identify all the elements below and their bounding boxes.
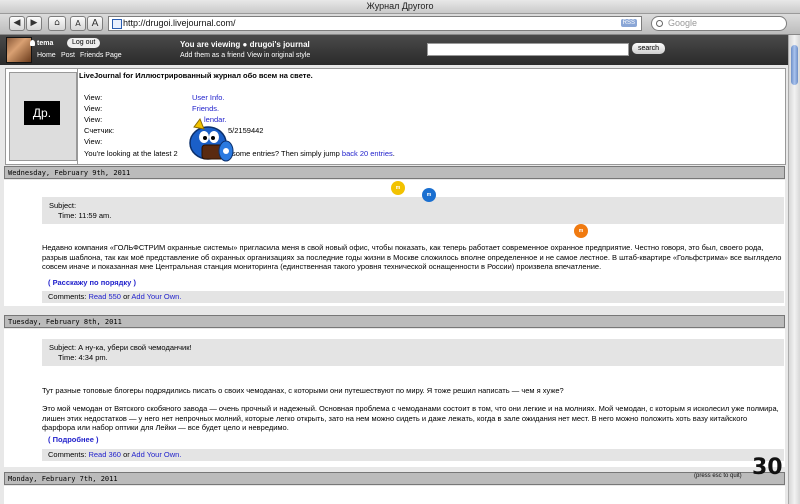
yellow-candy-icon[interactable]: m: [391, 181, 405, 195]
info-label: View:: [84, 104, 103, 113]
game-counter: 30: [752, 455, 783, 480]
viewing-text: You are viewing: [180, 40, 243, 49]
lj-search-input[interactable]: [427, 43, 629, 56]
address-bar[interactable]: http://drugoi.livejournal.com/ RSS: [108, 16, 642, 31]
info-footer: You're looking at the latest 2 d some ent…: [84, 149, 395, 158]
comments-label: Comments:: [48, 450, 87, 459]
date-header: Wednesday, February 9th, 2011: [4, 166, 785, 179]
logout-button[interactable]: Log out: [67, 38, 101, 48]
username[interactable]: tema: [37, 40, 53, 47]
nav-post[interactable]: Post: [61, 52, 75, 59]
orange-candy-icon[interactable]: m: [574, 224, 588, 238]
or-text: or: [123, 292, 130, 301]
entry-subject: Subject: А ну-ка, убери свой чемоданчик!: [49, 343, 192, 352]
entry-header: Subject: А ну-ка, убери свой чемоданчик!…: [42, 339, 784, 366]
back-entries-link[interactable]: back 20 entries: [342, 149, 393, 158]
comments-label: Comments:: [48, 292, 87, 301]
search-icon: [656, 20, 663, 27]
mascot-character[interactable]: [178, 109, 238, 169]
original-style-link[interactable]: View in original style: [247, 52, 310, 59]
entry-header: Subject: Time: 11:59 am.: [42, 197, 784, 224]
journal-entry: Subject: А ну-ка, убери свой чемоданчик!…: [4, 329, 785, 467]
date-header: Tuesday, February 8th, 2011: [4, 315, 785, 328]
entry-subject: Subject:: [49, 201, 77, 210]
user-icon: ●: [242, 40, 250, 49]
url-text: http://drugoi.livejournal.com/: [123, 18, 236, 28]
browser-toolbar: ◀ ▶ ⌂ A A http://drugoi.livejournal.com/…: [0, 14, 800, 35]
footer-text: You're looking at the latest 2: [84, 149, 178, 158]
journal-name[interactable]: drugoi's journal: [250, 40, 310, 49]
nav-home[interactable]: Home: [37, 52, 56, 59]
read-comments-link[interactable]: Read 360: [88, 450, 121, 459]
divider: [77, 69, 78, 164]
avatar[interactable]: [6, 37, 32, 63]
escape-hint: (press esc to quit): [694, 473, 742, 479]
journal-content: Др. LiveJournal for Иллюстрированный жур…: [0, 65, 788, 504]
blue-candy-icon[interactable]: m: [422, 188, 436, 202]
user-info-link[interactable]: User Info.: [192, 93, 225, 102]
userpic-text: Др.: [24, 101, 60, 125]
lj-search-button[interactable]: search: [632, 43, 666, 54]
vertical-scrollbar[interactable]: [788, 35, 800, 504]
userpic: Др.: [9, 72, 77, 161]
read-more-link[interactable]: ( Расскажу по порядку ): [48, 278, 136, 287]
journal-info-box: Др. LiveJournal for Иллюстрированный жур…: [5, 68, 786, 165]
comments-bar: Comments: Read 550 or Add Your Own.: [42, 291, 784, 303]
journal-entry: Subject: Time: 11:59 am. Недавно компани…: [4, 180, 785, 306]
google-search-input[interactable]: Google: [651, 16, 787, 31]
read-more-link[interactable]: ( Подробнее ): [48, 435, 99, 444]
comments-bar: Comments: Read 360 or Add Your Own.: [42, 449, 784, 461]
counter-label: Счетчик:: [84, 126, 115, 135]
user-icon: [30, 40, 35, 46]
read-comments-link[interactable]: Read 550: [88, 292, 121, 301]
add-comment-link[interactable]: Add Your Own.: [131, 450, 181, 459]
info-label: View:: [84, 137, 103, 146]
add-comment-link[interactable]: Add Your Own.: [131, 292, 181, 301]
entry-time: Time: 11:59 am.: [58, 211, 112, 220]
text-larger-button[interactable]: A: [87, 16, 103, 31]
favicon-icon: [112, 19, 122, 29]
footer-text: .: [392, 149, 395, 158]
entry-text: Недавно компания «ГОЛЬФСТРИМ охранные си…: [42, 243, 782, 271]
nav-friends-page[interactable]: Friends Page: [80, 52, 122, 59]
text-smaller-button[interactable]: A: [70, 16, 86, 31]
window-title: Журнал Другого: [0, 0, 800, 14]
rss-button[interactable]: RSS: [620, 19, 637, 27]
read-more-label[interactable]: Расскажу по порядку: [53, 278, 132, 287]
date-header: Monday, February 7th, 2011: [4, 472, 785, 485]
livejournal-header: tema Log out Home Post Friends Page You …: [0, 35, 788, 65]
forward-button[interactable]: ▶: [26, 16, 42, 31]
google-search-placeholder: Google: [668, 18, 698, 28]
mascot-icon: [189, 117, 234, 162]
footer-text: d some entries? Then simply jump: [225, 149, 342, 158]
info-label: View:: [84, 115, 103, 124]
scrollbar-thumb[interactable]: [791, 45, 798, 85]
back-button[interactable]: ◀: [9, 16, 25, 31]
info-label: View:: [84, 93, 103, 102]
entry-text: Тут разные топовые блогеры подрядились п…: [42, 386, 564, 395]
viewing-label: You are viewing ● drugoi's journal: [180, 40, 310, 49]
or-text: or: [123, 450, 130, 459]
entry-text: Это мой чемодан от Вятского скобяного за…: [42, 404, 779, 432]
home-button[interactable]: ⌂: [48, 16, 66, 31]
add-friend-link[interactable]: Add them as a friend: [180, 52, 245, 59]
entry-time: Time: 4:34 pm.: [58, 353, 108, 362]
read-more-label[interactable]: Подробнее: [53, 435, 94, 444]
journal-entry: [4, 486, 785, 504]
journal-title: LiveJournal for Иллюстрированный журнал …: [79, 71, 313, 80]
